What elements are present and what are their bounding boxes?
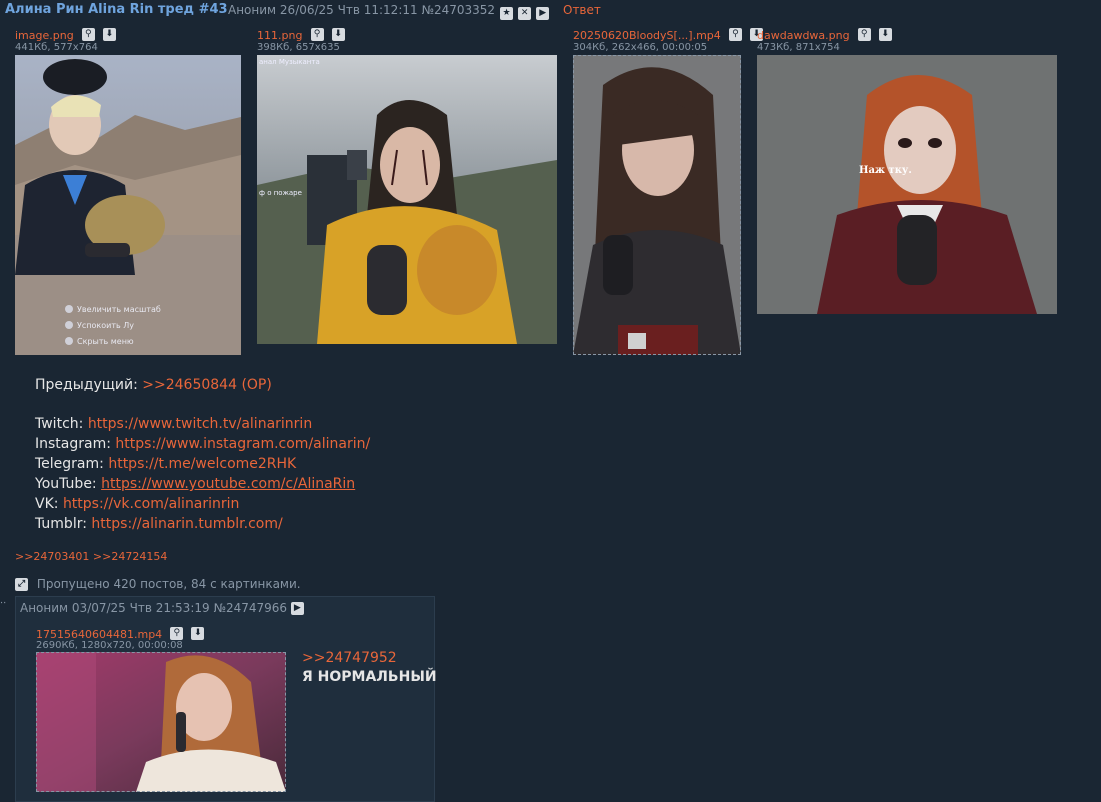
link-url[interactable]: https://www.youtube.com/c/AlinaRin bbox=[101, 476, 355, 492]
reply-button[interactable]: Ответ bbox=[563, 3, 601, 17]
link-label: VK: bbox=[35, 496, 59, 512]
video-thumbnail[interactable] bbox=[36, 652, 286, 792]
post-meta: Аноним 26/06/25 Чтв 11:12:11 №24703352 bbox=[228, 3, 495, 17]
file-name-link[interactable]: 20250620BloodyS[...].mp4 bbox=[573, 29, 721, 42]
image-thumbnail[interactable]: Наж тку. bbox=[757, 55, 1057, 314]
close-icon[interactable]: ✕ bbox=[518, 7, 532, 20]
file-name-link[interactable]: image.png bbox=[15, 29, 74, 42]
search-icon[interactable]: ⚲ bbox=[81, 28, 95, 41]
file-header: image.png ⚲ ⬇ bbox=[15, 24, 116, 43]
download-icon[interactable]: ⬇ bbox=[331, 28, 345, 41]
overlay-zoom: Увеличить масштаб bbox=[77, 305, 161, 314]
reply-text: Я НОРМАЛЬНЫЙ bbox=[302, 669, 437, 685]
search-icon[interactable]: ⚲ bbox=[310, 28, 324, 41]
image-thumbnail[interactable]: Увеличить масштаб Успокоить Лу Скрыть ме… bbox=[15, 55, 241, 355]
omitted-posts[interactable]: ⤢ Пропущено 420 постов, 84 с картинками. bbox=[15, 577, 301, 591]
post-date: 26/06/25 Чтв 11:12:11 bbox=[279, 3, 418, 17]
play-icon[interactable]: ▶ bbox=[536, 7, 550, 20]
post-number[interactable]: №24703352 bbox=[421, 3, 495, 17]
link-url[interactable]: https://www.twitch.tv/alinarinrin bbox=[88, 416, 312, 432]
link-url[interactable]: https://vk.com/alinarinrin bbox=[63, 496, 240, 512]
file-header: 20250620BloodyS[...].mp4 ⚲ ⬇ bbox=[573, 24, 763, 43]
file-info: 398Кб, 657x635 bbox=[257, 42, 340, 53]
overlay-hide: Скрыть меню bbox=[77, 337, 134, 346]
search-icon[interactable]: ⚲ bbox=[857, 28, 871, 41]
reply-quote-link[interactable]: >>24747952 bbox=[302, 650, 397, 666]
file-info: 441Кб, 577x764 bbox=[15, 42, 98, 53]
search-icon[interactable]: ⚲ bbox=[170, 627, 184, 640]
overlay-caption: Наж тку. bbox=[859, 165, 912, 176]
link-label: YouTube: bbox=[35, 476, 97, 492]
reply-meta: Аноним 03/07/25 Чтв 21:53:19 №24747966 ▶ bbox=[20, 601, 304, 615]
image-thumbnail[interactable]: анал Музыканта ф о пожаре bbox=[257, 55, 557, 344]
file-info: 473Кб, 871x754 bbox=[757, 42, 840, 53]
link-label: Telegram: bbox=[35, 456, 104, 472]
post-dots-icon: ⋅⋅ bbox=[0, 598, 7, 609]
prev-thread-line: Предыдущий: >>24650844 (OP) bbox=[35, 375, 272, 395]
download-icon[interactable]: ⬇ bbox=[878, 28, 892, 41]
link-row-tumblr: Tumblr: https://alinarin.tumblr.com/ bbox=[35, 514, 370, 534]
reply-date: 03/07/25 Чтв 21:53:19 bbox=[71, 601, 210, 615]
link-row-instagram: Instagram: https://www.instagram.com/ali… bbox=[35, 434, 370, 454]
link-row-telegram: Telegram: https://t.me/welcome2RHK bbox=[35, 454, 370, 474]
link-label: Tumblr: bbox=[35, 516, 87, 532]
star-icon[interactable]: ★ bbox=[500, 7, 513, 20]
prev-thread-link[interactable]: >>24650844 (OP) bbox=[142, 377, 272, 393]
post-controls: ★ ✕ ▶ bbox=[500, 3, 550, 22]
link-row-youtube: YouTube: https://www.youtube.com/c/Alina… bbox=[35, 474, 370, 494]
file-header: 111.png ⚲ ⬇ bbox=[257, 24, 345, 43]
download-icon[interactable]: ⬇ bbox=[102, 28, 116, 41]
link-row-twitch: Twitch: https://www.twitch.tv/alinarinri… bbox=[35, 414, 370, 434]
video-thumbnail[interactable] bbox=[573, 55, 741, 355]
post-author: Аноним bbox=[228, 3, 277, 17]
play-icon[interactable]: ▶ bbox=[290, 602, 304, 615]
thread-title[interactable]: Алина Рин Alina Rin тред #43 bbox=[5, 2, 228, 17]
reply-author: Аноним bbox=[20, 601, 69, 615]
prev-label: Предыдущий: bbox=[35, 377, 138, 393]
omitted-text: Пропущено 420 постов, 84 с картинками. bbox=[36, 577, 301, 591]
link-url[interactable]: https://alinarin.tumblr.com/ bbox=[91, 516, 282, 532]
file-header: dawdawdwa.png ⚲ ⬇ bbox=[757, 24, 892, 43]
expand-icon[interactable]: ⤢ bbox=[15, 578, 28, 591]
search-icon[interactable]: ⚲ bbox=[728, 28, 742, 41]
download-icon[interactable]: ⬇ bbox=[191, 627, 205, 640]
link-row-vk: VK: https://vk.com/alinarinrin bbox=[35, 494, 370, 514]
file-name-link[interactable]: dawdawdwa.png bbox=[757, 29, 850, 42]
file-name-link[interactable]: 111.png bbox=[257, 29, 302, 42]
overlay-caption: анал Музыканта bbox=[259, 58, 320, 66]
overlay-calm: Успокоить Лу bbox=[77, 321, 134, 330]
file-info: 304Кб, 262x466, 00:00:05 bbox=[573, 42, 708, 53]
links-list: Twitch: https://www.twitch.tv/alinarinri… bbox=[35, 414, 370, 534]
link-label: Twitch: bbox=[35, 416, 84, 432]
link-url[interactable]: https://t.me/welcome2RHK bbox=[108, 456, 296, 472]
link-url[interactable]: https://www.instagram.com/alinarin/ bbox=[115, 436, 370, 452]
file-info: 2690Кб, 1280x720, 00:00:08 bbox=[36, 640, 183, 651]
overlay-side: ф о пожаре bbox=[259, 189, 302, 197]
reply-number[interactable]: №24747966 bbox=[213, 601, 287, 615]
backlinks[interactable]: >>24703401 >>24724154 bbox=[15, 550, 167, 563]
link-label: Instagram: bbox=[35, 436, 111, 452]
